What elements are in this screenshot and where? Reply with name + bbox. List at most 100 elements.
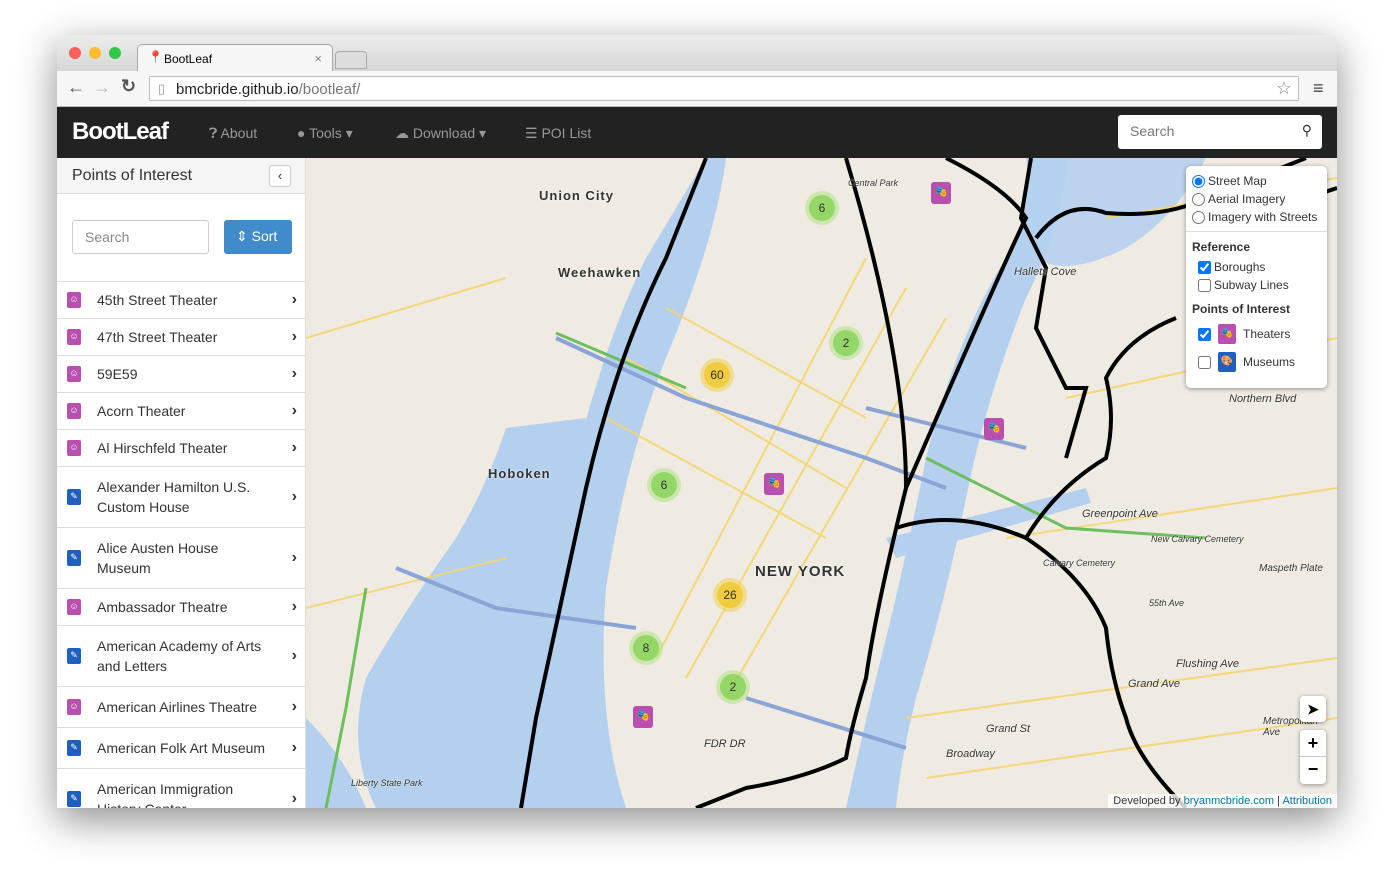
marker-cluster[interactable]: 6 (805, 191, 839, 225)
maximize-window-button[interactable] (109, 47, 121, 59)
sort-button[interactable]: ⇕ Sort (224, 220, 292, 254)
boroughs-checkbox[interactable] (1198, 260, 1211, 274)
attribution-link[interactable]: Attribution (1282, 795, 1332, 807)
basemap-street-map[interactable]: Street Map (1192, 172, 1321, 190)
cluster-count: 6 (651, 472, 677, 498)
museums-checkbox[interactable] (1198, 355, 1211, 369)
poi-list-item[interactable]: ✎ American Folk Art Museum › (57, 728, 305, 769)
cluster-count: 6 (809, 195, 835, 221)
subway-layer[interactable]: Subway Lines (1192, 276, 1321, 294)
map-pin-icon: 📍 (148, 50, 163, 64)
poi-name: Al Hirschfeld Theater (97, 440, 228, 456)
cluster-count: 60 (704, 362, 730, 388)
poi-list-item[interactable]: ☺ Al Hirschfeld Theater › (57, 430, 305, 467)
globe-icon: ● (297, 125, 306, 141)
search-icon[interactable]: ⚲ (1302, 122, 1312, 139)
map-label: Grand Ave (1128, 678, 1180, 690)
menu-icon[interactable]: ≡ (1313, 78, 1324, 99)
bookmark-star-icon[interactable]: ☆ (1276, 78, 1292, 99)
navbar: BootLeaf ❓︎ About ● Tools ▾ ☁ Download ▾… (57, 107, 1337, 159)
cluster-count: 8 (633, 635, 659, 661)
map-label: Central Park (848, 178, 899, 188)
layer-control: Street Map Aerial Imagery Imagery with S… (1186, 166, 1327, 388)
aerial-radio[interactable] (1192, 192, 1205, 206)
search-input[interactable]: Search ⚲ (1118, 115, 1322, 149)
back-icon[interactable]: ← (67, 77, 85, 98)
map-label: New Calvary Cemetery (1151, 534, 1244, 544)
basemap-aerial[interactable]: Aerial Imagery (1192, 190, 1321, 208)
museum-palette-icon: 🎨 (1218, 352, 1236, 372)
poi-list-item[interactable]: ☺ Ambassador Theatre › (57, 589, 305, 626)
street-map-radio[interactable] (1192, 174, 1205, 188)
map-label: Maspeth Plate (1259, 563, 1323, 574)
map[interactable]: Union City Weehawken Hoboken NEW YORK Hallet… (306, 158, 1337, 808)
zoom-out-button[interactable]: − (1300, 757, 1326, 784)
sidebar-filter: Search ⇕ Sort (57, 194, 305, 282)
url-field[interactable]: ▯ bmcbride.github.io/bootleaf/ ☆ (149, 76, 1299, 101)
sort-label: Sort (251, 228, 278, 244)
marker-cluster[interactable]: 2 (716, 670, 750, 704)
theater-marker[interactable]: 🎭 (931, 182, 951, 204)
theaters-layer[interactable]: 🎭 Theaters (1192, 320, 1321, 348)
nav-download[interactable]: ☁ Download ▾ (395, 125, 486, 142)
marker-cluster[interactable]: 8 (629, 631, 663, 665)
basemap-imagery-streets[interactable]: Imagery with Streets (1192, 208, 1321, 226)
nav-poi-list[interactable]: ☰ POI List (525, 125, 591, 142)
museums-layer[interactable]: 🎨 Museums (1192, 348, 1321, 376)
subway-checkbox[interactable] (1198, 278, 1211, 292)
poi-list-item[interactable]: ☺ 59E59 › (57, 356, 305, 393)
minimize-window-button[interactable] (89, 47, 101, 59)
museum-palette-icon: ✎ (67, 648, 81, 664)
chevron-right-icon: › (291, 439, 297, 456)
street-map-label: Street Map (1208, 174, 1267, 188)
close-window-button[interactable] (69, 47, 81, 59)
poi-list-item[interactable]: ☺ Acorn Theater › (57, 393, 305, 430)
theater-icon: ☺ (67, 329, 81, 345)
poi-list-item[interactable]: ✎ Alice Austen House Museum › (57, 528, 305, 589)
close-tab-icon[interactable]: × (314, 51, 322, 66)
poi-search-input[interactable]: Search (72, 220, 209, 254)
new-tab-button[interactable] (335, 51, 367, 69)
theater-marker[interactable]: 🎭 (984, 418, 1004, 440)
poi-name: American Airlines Theatre (97, 699, 258, 715)
chevron-right-icon: › (291, 598, 297, 615)
nav-about[interactable]: ❓︎ About (209, 125, 257, 142)
poi-list: ☺ 45th Street Theater › ☺ 47th Street Theate… (57, 282, 305, 808)
chevron-right-icon: › (291, 291, 297, 308)
imagery-streets-radio[interactable] (1192, 210, 1205, 224)
nav-tools[interactable]: ● Tools ▾ (297, 125, 353, 142)
marker-cluster[interactable]: 60 (700, 358, 734, 392)
brand-logo[interactable]: BootLeaf (72, 118, 169, 146)
cloud-download-icon: ☁ (395, 125, 409, 141)
marker-cluster[interactable]: 26 (713, 578, 747, 612)
theaters-checkbox[interactable] (1198, 327, 1211, 341)
aerial-label: Aerial Imagery (1208, 192, 1286, 206)
author-link[interactable]: bryanmcbride.com (1184, 795, 1274, 807)
marker-cluster[interactable]: 6 (647, 468, 681, 502)
theater-marker[interactable]: 🎭 (633, 706, 653, 728)
list-icon: ☰ (525, 125, 538, 141)
forward-icon[interactable]: → (93, 77, 111, 98)
zoom-in-button[interactable]: + (1300, 730, 1326, 757)
boroughs-layer[interactable]: Boroughs (1192, 258, 1321, 276)
nav-poi-label: POI List (541, 125, 592, 141)
poi-list-item[interactable]: ☺ 47th Street Theater › (57, 319, 305, 356)
map-tiles (306, 158, 1337, 808)
theater-marker[interactable]: 🎭 (764, 473, 784, 495)
cluster-count: 2 (833, 330, 859, 356)
locate-button[interactable]: ➤ (1300, 696, 1326, 722)
reload-icon[interactable]: ↻ (121, 76, 136, 97)
map-label: Union City (539, 188, 614, 203)
poi-list-item[interactable]: ☺ American Airlines Theatre › (57, 687, 305, 728)
marker-cluster[interactable]: 2 (829, 326, 863, 360)
poi-name: Alice Austen House Museum (97, 540, 219, 576)
map-label: Hoboken (488, 466, 551, 481)
poi-list-item[interactable]: ✎ American Academy of Arts and Letters › (57, 626, 305, 687)
poi-list-item[interactable]: ☺ 45th Street Theater › (57, 282, 305, 319)
browser-tab[interactable]: 📍 BootLeaf × (137, 44, 333, 71)
poi-list-item[interactable]: ✎ Alexander Hamilton U.S. Custom House › (57, 467, 305, 528)
map-label: Broadway (946, 748, 995, 760)
caret-down-icon: ▾ (479, 125, 487, 141)
collapse-sidebar-button[interactable]: ‹ (269, 165, 291, 187)
poi-list-item[interactable]: ✎ American Immigration History Center › (57, 769, 305, 808)
